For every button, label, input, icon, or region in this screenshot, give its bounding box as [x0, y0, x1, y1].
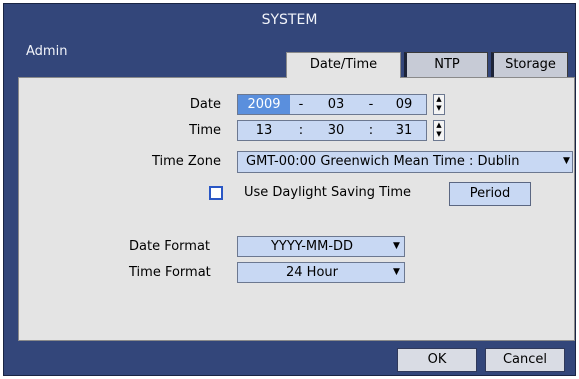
time-label: Time [189, 123, 221, 138]
date-day[interactable]: 09 [382, 95, 426, 114]
time-hour[interactable]: 13 [238, 121, 290, 140]
timezone-dropdown[interactable]: GMT-00:00 Greenwich Mean Time : Dublin ▼ [237, 151, 573, 173]
date-field[interactable]: 2009 - 03 - 09 [237, 94, 427, 115]
tab-ntp[interactable]: NTP [404, 52, 488, 78]
tab-label: Date/Time [309, 57, 378, 72]
date-format-dropdown[interactable]: YYYY-MM-DD ▼ [237, 236, 405, 257]
date-format-value: YYYY-MM-DD [270, 239, 354, 254]
system-window: SYSTEM Admin Date/Time NTP Storage Date … [3, 3, 576, 376]
chevron-down-icon: ▼ [393, 267, 400, 277]
ok-button[interactable]: OK [397, 348, 477, 372]
date-format-label: Date Format [129, 239, 211, 254]
date-separator: - [368, 97, 374, 112]
window-title: SYSTEM [261, 12, 318, 28]
chevron-down-icon: ▼ [393, 241, 400, 251]
dst-label: Use Daylight Saving Time [244, 185, 411, 200]
time-second[interactable]: 31 [382, 121, 426, 140]
date-separator: - [298, 97, 304, 112]
dst-checkbox[interactable] [209, 186, 223, 200]
tab-label: NTP [434, 57, 460, 72]
tab-storage[interactable]: Storage [491, 52, 568, 78]
chevron-down-icon: ▼ [563, 156, 570, 166]
time-format-label: Time Format [129, 265, 211, 280]
time-spinner-icon[interactable]: ▲ ▼ [433, 120, 445, 141]
date-label: Date [189, 97, 221, 112]
date-time-panel: Date 2009 - 03 - 09 ▲ ▼ Time 13 : 30 : 31… [18, 77, 575, 341]
timezone-label: Time Zone [151, 154, 221, 169]
date-spinner-icon[interactable]: ▲ ▼ [433, 94, 445, 115]
date-month[interactable]: 03 [312, 95, 360, 114]
time-format-value: 24 Hour [286, 265, 338, 280]
period-button[interactable]: Period [449, 182, 531, 206]
date-year[interactable]: 2009 [238, 95, 290, 114]
time-format-dropdown[interactable]: 24 Hour ▼ [237, 262, 405, 283]
user-label: Admin [26, 44, 68, 59]
time-separator: : [368, 123, 374, 138]
tab-label: Storage [505, 57, 556, 72]
time-field[interactable]: 13 : 30 : 31 [237, 120, 427, 141]
time-separator: : [298, 123, 304, 138]
timezone-value: GMT-00:00 Greenwich Mean Time : Dublin [246, 154, 520, 169]
cancel-button[interactable]: Cancel [485, 348, 565, 372]
tab-date-time[interactable]: Date/Time [286, 52, 401, 78]
time-minute[interactable]: 30 [312, 121, 360, 140]
